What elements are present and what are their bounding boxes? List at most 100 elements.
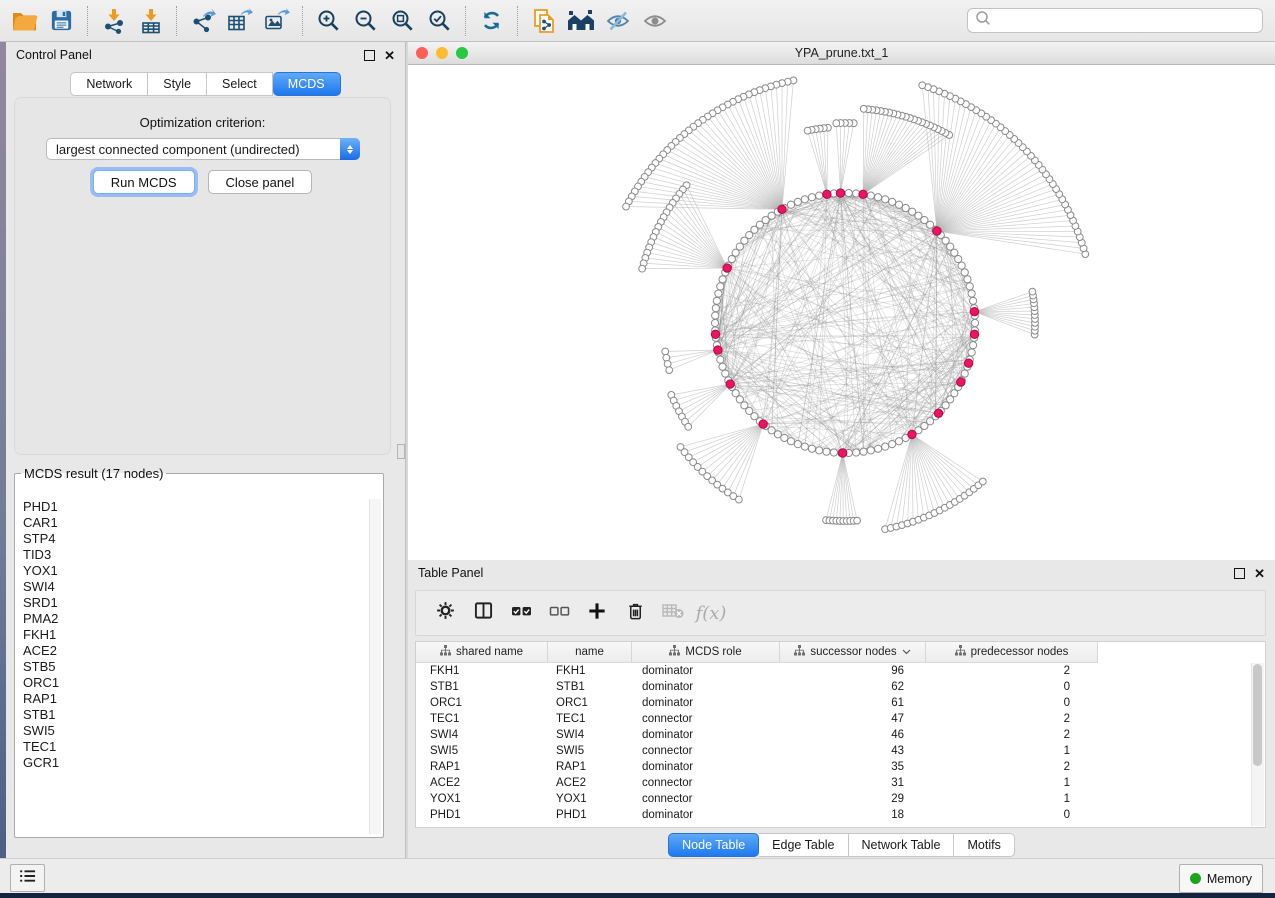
tab-style[interactable]: Style xyxy=(148,72,207,96)
select-all-button[interactable] xyxy=(502,593,540,633)
table-cell: 2 xyxy=(926,713,1098,725)
toolbar-separator xyxy=(302,6,303,36)
close-panel-icon[interactable]: ✕ xyxy=(384,49,395,62)
open-folder-icon xyxy=(11,8,38,34)
delete-table-button[interactable] xyxy=(654,593,692,633)
function-builder-button[interactable]: f(x) xyxy=(692,593,730,633)
export-network-button[interactable] xyxy=(184,2,221,40)
save-session-button[interactable] xyxy=(43,2,80,40)
export-image-button[interactable] xyxy=(258,2,295,40)
table-row[interactable]: TEC1TEC1connector472 xyxy=(416,711,1265,727)
zoom-in-button[interactable] xyxy=(310,2,347,40)
table-row[interactable]: SWI5SWI5connector431 xyxy=(416,743,1265,759)
mcds-result-item[interactable]: PHD1 xyxy=(23,499,369,515)
column-header-name[interactable]: name xyxy=(548,642,632,662)
memory-button[interactable]: Memory xyxy=(1179,864,1263,893)
duplicate-network-button[interactable] xyxy=(525,2,562,40)
network-view-canvas[interactable] xyxy=(408,65,1275,561)
mcds-result-item[interactable]: YOX1 xyxy=(23,563,369,579)
network-search-box[interactable] xyxy=(967,8,1263,33)
column-header-mcds-role[interactable]: MCDS role xyxy=(632,642,780,662)
import-table-button[interactable] xyxy=(132,2,169,40)
table-row[interactable]: STB1STB1dominator620 xyxy=(416,679,1265,695)
control-panel: Control Panel ✕ NetworkStyleSelectMCDS O… xyxy=(6,42,405,858)
first-neighbors-button[interactable] xyxy=(562,2,599,40)
toolbar-separator xyxy=(87,6,88,36)
refresh-view-button[interactable] xyxy=(473,2,510,40)
table-settings-button[interactable] xyxy=(426,593,464,633)
tab-mcds[interactable]: MCDS xyxy=(273,72,341,96)
table-row[interactable]: ORC1ORC1dominator610 xyxy=(416,695,1265,711)
import-network-button[interactable] xyxy=(95,2,132,40)
zoom-out-button[interactable] xyxy=(347,2,384,40)
float-window-icon[interactable] xyxy=(364,50,375,61)
mcds-result-item[interactable]: SWI5 xyxy=(23,723,369,739)
mcds-result-item[interactable]: ACE2 xyxy=(23,643,369,659)
table-cell: dominator xyxy=(632,809,780,821)
mcds-result-item[interactable]: SRD1 xyxy=(23,595,369,611)
mcds-result-item[interactable]: ORC1 xyxy=(23,675,369,691)
network-window-titlebar[interactable]: YPA_prune.txt_1 xyxy=(408,42,1275,65)
mcds-result-item[interactable]: TID3 xyxy=(23,547,369,563)
zoom-selected-button[interactable] xyxy=(421,2,458,40)
toggle-column-pane-button[interactable] xyxy=(464,593,502,633)
mcds-result-item[interactable]: SWI4 xyxy=(23,579,369,595)
mcds-result-item[interactable]: RAP1 xyxy=(23,691,369,707)
close-panel-button[interactable]: Close panel xyxy=(208,170,313,194)
table-row[interactable]: RAP1RAP1dominator352 xyxy=(416,759,1265,775)
table-panel-header: Table Panel ✕ xyxy=(408,560,1275,586)
zoom-out-icon xyxy=(353,8,378,33)
tab-network-table[interactable]: Network Table xyxy=(849,833,955,857)
splitter-handle[interactable] xyxy=(397,444,405,459)
zoom-fit-button[interactable] xyxy=(384,2,421,40)
table-cell: 47 xyxy=(780,713,926,725)
column-header-shared-name[interactable]: shared name xyxy=(416,642,548,662)
mcds-result-item[interactable]: PMA2 xyxy=(23,611,369,627)
tab-network[interactable]: Network xyxy=(70,72,148,96)
table-cell: 2 xyxy=(926,665,1098,677)
log-console-button[interactable] xyxy=(10,864,45,892)
tab-edge-table[interactable]: Edge Table xyxy=(759,833,848,857)
table-row[interactable]: ACE2ACE2connector311 xyxy=(416,775,1265,791)
table-scrollbar-thumb[interactable] xyxy=(1253,664,1262,766)
tab-select[interactable]: Select xyxy=(207,72,273,96)
open-file-button[interactable] xyxy=(6,2,43,40)
network-window: YPA_prune.txt_1 xyxy=(408,42,1275,560)
tab-node-table[interactable]: Node Table xyxy=(668,833,759,857)
mcds-list-scrollbar[interactable] xyxy=(369,499,381,834)
table-row[interactable]: SWI4SWI4dominator462 xyxy=(416,727,1265,743)
mcds-result-item[interactable]: FKH1 xyxy=(23,627,369,643)
window-controls: ✕ xyxy=(1234,567,1265,580)
mcds-result-item[interactable]: CAR1 xyxy=(23,515,369,531)
deselect-all-button[interactable] xyxy=(540,593,578,633)
float-window-icon[interactable] xyxy=(1234,568,1245,579)
run-mcds-button[interactable]: Run MCDS xyxy=(93,170,195,194)
table-cell: 0 xyxy=(926,809,1098,821)
add-column-button[interactable] xyxy=(578,593,616,633)
table-row[interactable]: YOX1YOX1connector291 xyxy=(416,791,1265,807)
table-row[interactable]: PHD1PHD1dominator180 xyxy=(416,807,1265,823)
show-all-button[interactable] xyxy=(636,2,673,40)
table-cell: FKH1 xyxy=(548,665,632,677)
optimization-select[interactable]: largest connected component (undirected) xyxy=(46,138,360,160)
mcds-result-item[interactable]: STB1 xyxy=(23,707,369,723)
hide-selected-button[interactable] xyxy=(599,2,636,40)
mcds-result-item[interactable]: GCR1 xyxy=(23,755,369,771)
search-icon xyxy=(975,10,991,31)
close-panel-icon[interactable]: ✕ xyxy=(1254,567,1265,580)
search-input[interactable] xyxy=(996,13,1255,29)
mcds-result-item[interactable]: STB5 xyxy=(23,659,369,675)
desktop-edge xyxy=(0,893,1275,898)
column-header-predecessor-nodes[interactable]: predecessor nodes xyxy=(926,642,1098,662)
tab-motifs[interactable]: Motifs xyxy=(954,833,1014,857)
export-table-button[interactable] xyxy=(221,2,258,40)
column-header-successor-nodes[interactable]: successor nodes xyxy=(780,642,926,662)
mcds-result-item[interactable]: TEC1 xyxy=(23,739,369,755)
status-bar: Memory xyxy=(0,858,1275,893)
table-cell: YOX1 xyxy=(548,793,632,805)
delete-column-button[interactable] xyxy=(616,593,654,633)
table-row[interactable]: FKH1FKH1dominator962 xyxy=(416,663,1265,679)
column-type-icon xyxy=(669,645,680,659)
table-scrollbar[interactable] xyxy=(1251,663,1264,826)
mcds-result-item[interactable]: STP4 xyxy=(23,531,369,547)
